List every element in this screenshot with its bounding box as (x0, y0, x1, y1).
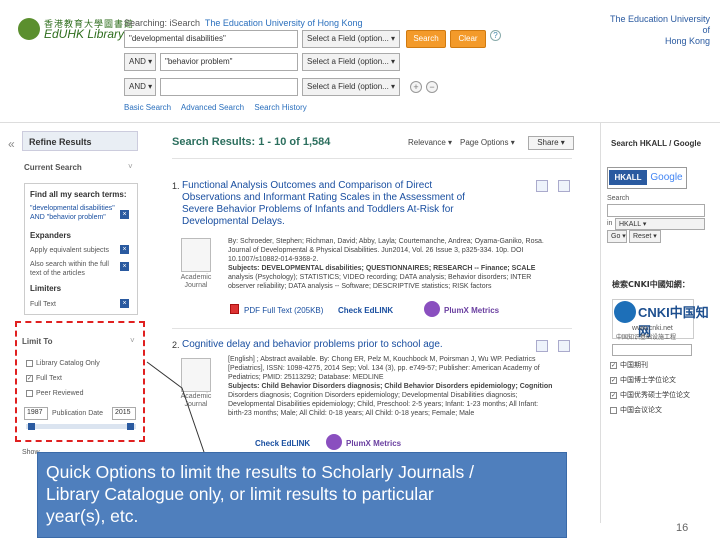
cnki-option-1[interactable]: ✓ 中国期刊 (610, 360, 648, 370)
hkall-tab[interactable]: HKALL (609, 170, 647, 185)
checkbox-cnki-1[interactable]: ✓ (610, 361, 617, 369)
cnki-subtitle: 中国知识基础设施工程 (616, 334, 677, 341)
hkall-google-heading: Search HKALL / Google (611, 139, 702, 148)
hkall-reset-button[interactable]: Reset (629, 230, 661, 243)
callout-box: Quick Options to limit the results to Sc… (37, 452, 567, 538)
hkall-scope-select[interactable]: HKALL (615, 218, 705, 230)
hkall-go-button[interactable]: Go (607, 230, 627, 243)
cnki-option-4[interactable]: 中国会议论文 (610, 405, 662, 415)
checkbox-cnki-2[interactable]: ✓ (610, 376, 617, 384)
cnki-heading: 檢索CNKI中國知網： (612, 280, 690, 289)
checkbox-cnki-4[interactable] (610, 406, 617, 414)
cnki-globe-icon (614, 301, 636, 323)
cnki-url: www.cnki.net (632, 325, 673, 332)
page-number: 16 (676, 522, 689, 534)
hkall-search-label: Search (607, 195, 630, 202)
hkall-search-input[interactable] (607, 204, 705, 217)
google-tab[interactable]: Google (648, 170, 685, 185)
right-column-divider (600, 123, 601, 523)
checkbox-cnki-3[interactable]: ✓ (610, 391, 617, 399)
cnki-search-input[interactable] (612, 344, 692, 356)
cnki-option-2[interactable]: ✓ 中国博士学位论文 (610, 375, 676, 385)
cnki-option-3[interactable]: ✓ 中国优秀硕士学位论文 (610, 390, 690, 400)
hkall-in-label: in (607, 220, 613, 227)
